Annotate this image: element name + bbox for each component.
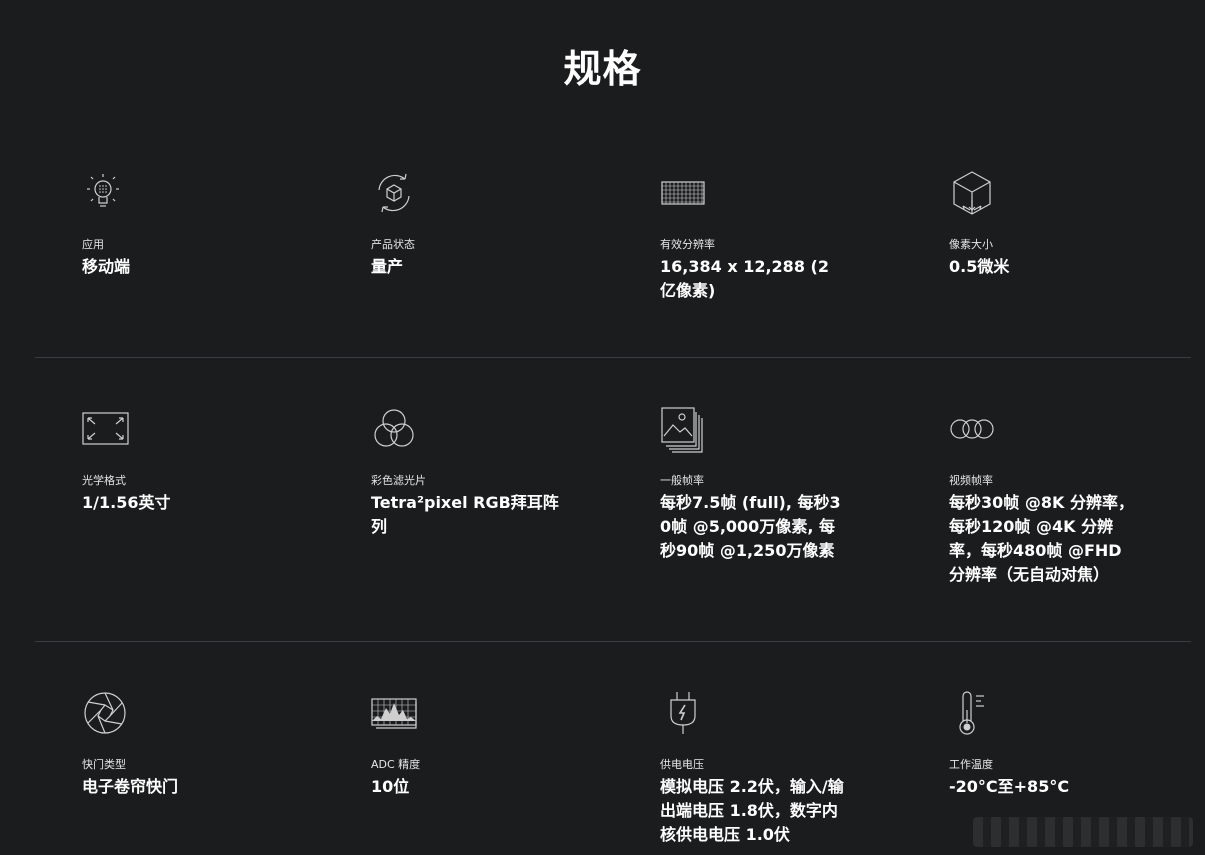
page-title: 规格 [563, 47, 642, 91]
spec-label: 工作温度 [949, 758, 993, 771]
light-bulb-icon [80, 168, 130, 218]
cube-rotate-icon [369, 168, 419, 218]
spec-effective-resolution: 有效分辨率 16,384 x 12,288 (2亿像素) [660, 168, 860, 303]
video-circles-icon [947, 404, 997, 454]
spec-operating-temperature: 工作温度 -20°C至+85°C [949, 688, 1149, 799]
pixel-grid-icon [658, 168, 708, 218]
spec-value: 16,384 x 12,288 (2亿像素) [660, 257, 829, 300]
spec-label: 供电电压 [660, 758, 704, 771]
thermometer-icon [947, 688, 997, 738]
spec-adc-precision: ADC 精度 10位 [371, 688, 571, 799]
spec-label: 光学格式 [82, 474, 126, 487]
spec-label: 视频帧率 [949, 474, 993, 487]
spec-shutter-type: 快门类型 电子卷帘快门 [82, 688, 282, 799]
spec-video-frame-rate: 视频帧率 每秒30帧 @8K 分辨率，每秒120帧 @4K 分辨率，每秒480帧… [949, 404, 1149, 587]
spec-supply-voltage: 供电电压 模拟电压 2.2伏，输入/输出端电压 1.8伏，数字内核供电电压 1.… [660, 688, 860, 847]
rgb-circles-icon [369, 404, 419, 454]
image-stack-icon [658, 404, 708, 454]
spec-label: 彩色滤光片 [371, 474, 426, 487]
spec-value: 模拟电压 2.2伏，输入/输出端电压 1.8伏，数字内核供电电压 1.0伏 [660, 777, 844, 844]
row-divider [35, 641, 1191, 642]
spec-label: 产品状态 [371, 238, 415, 251]
pixel-cube-icon [947, 168, 997, 218]
spec-label: 一般帧率 [660, 474, 704, 487]
spec-page: 规格 应用 移动端 产品状态 量产 有效分辨率 16,384 x 12,288 … [0, 0, 1205, 855]
spec-color-filter: 彩色滤光片 Tetra²pixel RGB拜耳阵列 [371, 404, 571, 539]
spec-value: 0.5微米 [949, 257, 1010, 276]
adc-waveform-icon [369, 688, 419, 738]
spec-value: Tetra²pixel RGB拜耳阵列 [371, 493, 559, 536]
shutter-aperture-icon [80, 688, 130, 738]
spec-value: 每秒30帧 @8K 分辨率，每秒120帧 @4K 分辨率，每秒480帧 @FHD… [949, 493, 1134, 584]
spec-application: 应用 移动端 [82, 168, 282, 279]
spec-label: ADC 精度 [371, 758, 421, 771]
power-plug-icon [658, 688, 708, 738]
spec-value: 10位 [371, 777, 410, 796]
spec-value: 1/1.56英寸 [82, 493, 171, 512]
row-divider [35, 357, 1191, 358]
expand-frame-icon [80, 404, 130, 454]
spec-label: 快门类型 [82, 758, 126, 771]
spec-value: 量产 [371, 257, 404, 276]
spec-value: 移动端 [82, 257, 131, 276]
spec-label: 有效分辨率 [660, 238, 715, 251]
spec-value: -20°C至+85°C [949, 777, 1070, 796]
spec-value: 电子卷帘快门 [82, 777, 179, 796]
spec-value: 每秒7.5帧 (full), 每秒30帧 @5,000万像素, 每秒90帧 @1… [660, 493, 841, 560]
spec-label: 应用 [82, 238, 104, 251]
spec-optical-format: 光学格式 1/1.56英寸 [82, 404, 282, 515]
watermark-overlay [973, 817, 1193, 847]
spec-product-status: 产品状态 量产 [371, 168, 571, 279]
spec-label: 像素大小 [949, 238, 993, 251]
spec-general-frame-rate: 一般帧率 每秒7.5帧 (full), 每秒30帧 @5,000万像素, 每秒9… [660, 404, 860, 563]
spec-pixel-size: 像素大小 0.5微米 [949, 168, 1149, 279]
